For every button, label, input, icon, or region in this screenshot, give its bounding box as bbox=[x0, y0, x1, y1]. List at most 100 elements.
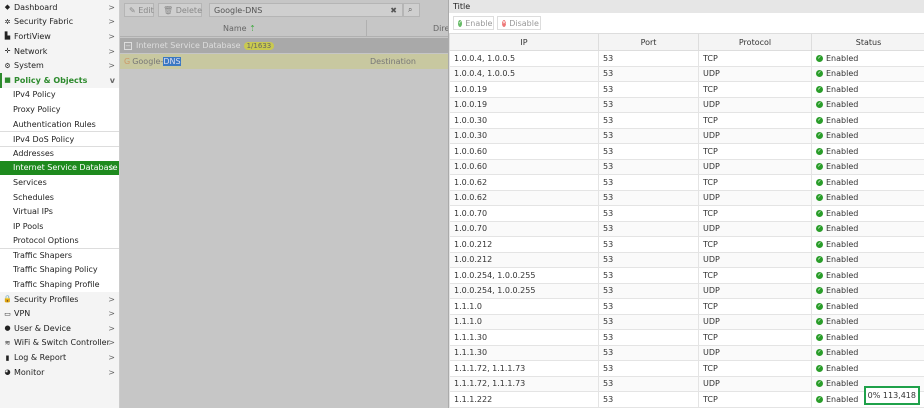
policy-icon: ■ bbox=[4, 76, 11, 85]
cell-text: TCP bbox=[703, 208, 718, 218]
column-header-protocol[interactable]: Protocol bbox=[698, 33, 812, 51]
table-row[interactable]: 1.0.0.254, 1.0.0.255 53 UDP ✓ Enabled bbox=[449, 282, 924, 299]
sidebar-subitem-proxy-policy[interactable]: Proxy Policy bbox=[0, 102, 119, 117]
table-row[interactable]: 1.0.0.70 53 UDP ✓ Enabled bbox=[449, 220, 924, 237]
sidebar-item-user-device[interactable]: ● User & Device > bbox=[0, 321, 119, 336]
enabled-check-icon: ✓ bbox=[816, 132, 823, 140]
sidebar-item-monitor[interactable]: ◕ Monitor > bbox=[0, 365, 119, 380]
cell-text: Enabled bbox=[826, 379, 859, 389]
table-row[interactable]: 1.0.0.4, 1.0.0.5 53 TCP ✓ Enabled bbox=[449, 50, 924, 67]
cell-text: Enabled bbox=[826, 193, 859, 203]
cell-text: 1.0.0.62 bbox=[454, 177, 488, 187]
table-row[interactable]: 1.1.1.72, 1.1.1.73 53 TCP ✓ Enabled bbox=[449, 360, 924, 377]
table-row[interactable]: 1.0.0.212 53 UDP ✓ Enabled bbox=[449, 251, 924, 268]
cell-port: 53 bbox=[598, 267, 699, 284]
sidebar-subitem-ip-pools[interactable]: IP Pools bbox=[0, 218, 119, 234]
table-row[interactable]: 1.1.1.0 53 TCP ✓ Enabled bbox=[449, 298, 924, 315]
collapse-icon[interactable]: − bbox=[124, 41, 132, 50]
delete-button[interactable]: 🗑 Delete bbox=[158, 3, 202, 17]
table-row[interactable]: 1.1.1.222 53 TCP ✓ Enabled bbox=[449, 391, 924, 408]
sidebar-item-security-profiles[interactable]: 🔒 Security Profiles > bbox=[0, 292, 119, 307]
sidebar-item-dashboard[interactable]: ◆ Dashboard > bbox=[0, 0, 119, 15]
sidebar-item-fortiview[interactable]: ▙ FortiView > bbox=[0, 29, 119, 44]
cell-port: 53 bbox=[598, 81, 699, 98]
cell-text: Enabled bbox=[826, 162, 859, 172]
star-icon[interactable]: ☆ bbox=[108, 163, 115, 172]
cell-text: Enabled bbox=[826, 317, 859, 327]
sidebar-subitem-traffic-shaping-policy[interactable]: Traffic Shaping Policy bbox=[0, 262, 119, 278]
cell-text: 1.1.1.72, 1.1.1.73 bbox=[454, 379, 526, 389]
table-row[interactable]: 1.0.0.30 53 TCP ✓ Enabled bbox=[449, 112, 924, 129]
table-row[interactable]: 1.0.0.60 53 TCP ✓ Enabled bbox=[449, 143, 924, 160]
table-row[interactable]: 1.1.1.0 53 UDP ✓ Enabled bbox=[449, 313, 924, 330]
sidebar-subitem-protocol-options[interactable]: Protocol Options bbox=[0, 233, 119, 249]
sidebar-item-vpn[interactable]: ▭ VPN > bbox=[0, 306, 119, 321]
table-row[interactable]: 1.0.0.19 53 UDP ✓ Enabled bbox=[449, 96, 924, 113]
cell-protocol: TCP bbox=[698, 329, 812, 346]
details-panel: Title ✓ Enable ✕ Disable IP Port Protocol Sta… bbox=[448, 0, 924, 408]
enabled-check-icon: ✓ bbox=[816, 147, 823, 155]
sidebar-subitem-ipv4-dos-policy[interactable]: IPv4 DoS Policy bbox=[0, 131, 119, 146]
cell-text: 53 bbox=[603, 193, 614, 203]
cell-ip: 1.0.0.212 bbox=[449, 236, 599, 253]
column-header-status[interactable]: Status bbox=[811, 33, 924, 51]
sidebar-item-wifi-switch-controller[interactable]: ≋ WiFi & Switch Controller > bbox=[0, 336, 119, 351]
sidebar-item-label: User & Device bbox=[14, 323, 71, 333]
table-row[interactable]: 1.0.0.254, 1.0.0.255 53 TCP ✓ Enabled bbox=[449, 267, 924, 284]
sidebar-subitem-virtual-ips[interactable]: Virtual IPs bbox=[0, 204, 119, 219]
sidebar-item-security-fabric[interactable]: ✲ Security Fabric > bbox=[0, 15, 119, 30]
sidebar-subitem-schedules[interactable]: Schedules bbox=[0, 189, 119, 205]
chevron-icon: > bbox=[108, 309, 115, 319]
table-row[interactable]: 1.1.1.30 53 TCP ✓ Enabled bbox=[449, 329, 924, 346]
sidebar-subitem-addresses[interactable]: Addresses bbox=[0, 145, 119, 161]
table-row[interactable]: 1.1.1.72, 1.1.1.73 53 UDP ✓ Enabled bbox=[449, 375, 924, 392]
enabled-check-icon: ✓ bbox=[816, 364, 823, 372]
search-button[interactable]: ⌕ bbox=[403, 3, 420, 17]
column-header-port[interactable]: Port bbox=[598, 33, 699, 51]
cell-protocol: TCP bbox=[698, 112, 812, 129]
search-input[interactable]: Google-DNS ✖ bbox=[209, 3, 403, 17]
cell-ip: 1.1.1.30 bbox=[449, 344, 599, 361]
direction-column-header[interactable]: Dire bbox=[366, 20, 449, 37]
sidebar-subitem-traffic-shaping-profile[interactable]: Traffic Shaping Profile bbox=[0, 277, 119, 292]
list-item[interactable]: G Google- DNS Destination bbox=[120, 54, 448, 69]
cell-port: 53 bbox=[598, 174, 699, 191]
sidebar-subitem-authentication-rules[interactable]: Authentication Rules bbox=[0, 116, 119, 132]
cell-ip: 1.1.1.0 bbox=[449, 298, 599, 315]
table-row[interactable]: 1.0.0.212 53 TCP ✓ Enabled bbox=[449, 236, 924, 253]
cell-text: 1.0.0.60 bbox=[454, 146, 488, 156]
table-row[interactable]: 1.0.0.70 53 TCP ✓ Enabled bbox=[449, 205, 924, 222]
table-row[interactable]: 1.1.1.30 53 UDP ✓ Enabled bbox=[449, 344, 924, 361]
sidebar-item-policy-objects[interactable]: ■ Policy & Objects v bbox=[0, 72, 119, 88]
cell-protocol: UDP bbox=[698, 220, 812, 237]
sidebar-item-log-report[interactable]: ▮ Log & Report > bbox=[0, 350, 119, 365]
group-row[interactable]: − Internet Service Database 1/1633 bbox=[120, 38, 448, 53]
cell-text: UDP bbox=[703, 193, 720, 203]
cell-protocol: TCP bbox=[698, 298, 812, 315]
sidebar-subitem-ipv4-policy[interactable]: IPv4 Policy bbox=[0, 87, 119, 103]
sidebar-subitem-internet-service-database[interactable]: Internet Service Database ☆ bbox=[0, 160, 119, 176]
disable-button[interactable]: ✕ Disable bbox=[497, 16, 541, 30]
name-column-header[interactable]: Name ⇡ bbox=[223, 24, 256, 33]
sidebar-item-system[interactable]: ⚙ System > bbox=[0, 58, 119, 73]
cell-port: 53 bbox=[598, 143, 699, 160]
sidebar-subitem-services[interactable]: Services bbox=[0, 175, 119, 190]
chevron-icon: > bbox=[108, 17, 115, 27]
count-badge: 1/1633 bbox=[243, 41, 275, 50]
edit-button[interactable]: ✎ Edit bbox=[124, 3, 154, 17]
clear-icon[interactable]: ✖ bbox=[390, 6, 397, 15]
table-row[interactable]: 1.0.0.60 53 UDP ✓ Enabled bbox=[449, 158, 924, 175]
sidebar-item-network[interactable]: ✛ Network > bbox=[0, 44, 119, 59]
sidebar-subitem-traffic-shapers[interactable]: Traffic Shapers bbox=[0, 248, 119, 263]
sort-icon: ⇡ bbox=[249, 24, 256, 33]
cell-ip: 1.1.1.72, 1.1.1.73 bbox=[449, 375, 599, 392]
service-list-pane: ✎ Edit 🗑 Delete Google-DNS ✖ ⌕ Name ⇡ Dir… bbox=[120, 0, 449, 408]
enable-button[interactable]: ✓ Enable bbox=[453, 16, 494, 30]
table-row[interactable]: 1.0.0.30 53 UDP ✓ Enabled bbox=[449, 127, 924, 144]
table-row[interactable]: 1.0.0.62 53 TCP ✓ Enabled bbox=[449, 174, 924, 191]
column-header-ip[interactable]: IP bbox=[449, 33, 599, 51]
ip-table: IP Port Protocol Status 1.0.0.4, 1.0.0.5 53 T… bbox=[449, 33, 924, 408]
table-row[interactable]: 1.0.0.62 53 UDP ✓ Enabled bbox=[449, 189, 924, 206]
table-row[interactable]: 1.0.0.4, 1.0.0.5 53 UDP ✓ Enabled bbox=[449, 65, 924, 82]
table-row[interactable]: 1.0.0.19 53 TCP ✓ Enabled bbox=[449, 81, 924, 98]
